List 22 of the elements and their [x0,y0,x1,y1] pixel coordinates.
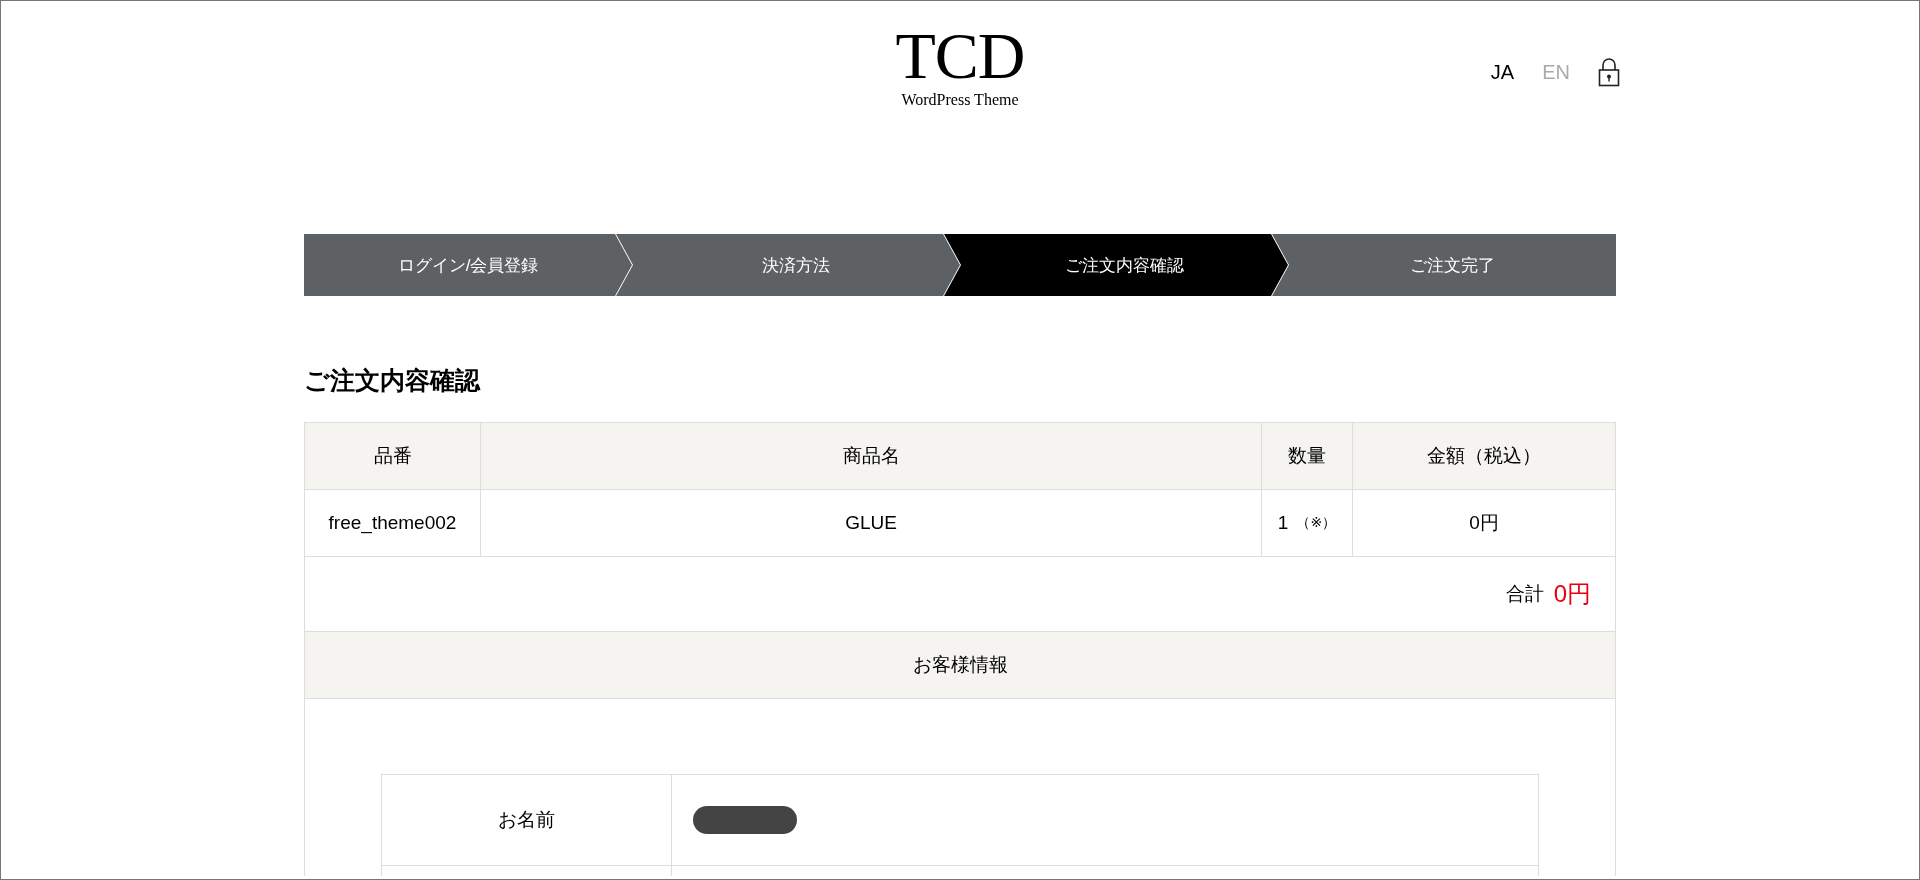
step-tab[interactable]: ご注文完了 [1272,234,1616,296]
table-cell: GLUE [480,490,1261,556]
table-cell: 1 [1277,512,1289,534]
table-cell: 0円 [1352,490,1615,556]
column-header: 金額（税込） [1352,423,1615,489]
table-cell-text: free_theme002 [327,511,458,536]
section-header: お客様情報 [305,632,1615,699]
language-link[interactable]: JA [1490,60,1515,84]
note-mark: （※） [1296,514,1337,532]
column-header: 商品名 [480,423,1261,489]
logo-tagline: WordPress Theme [901,91,1019,109]
field-label: お名前 [382,775,672,866]
column-header: 数量 [1261,423,1352,489]
total-amount: 0円 [1553,579,1591,609]
total-label: 合計 [1505,582,1544,606]
column-header: 品番 [372,444,413,468]
step-tab[interactable]: 決済方法 [616,234,960,296]
step-tab[interactable]: ログイン/会員登録 [304,234,632,296]
page-heading: ご注文内容確認 [304,365,482,396]
step-tab[interactable]: ご注文内容確認 [944,234,1288,296]
lock-icon[interactable] [1598,57,1620,87]
logo[interactable]: TCD [895,27,1025,85]
